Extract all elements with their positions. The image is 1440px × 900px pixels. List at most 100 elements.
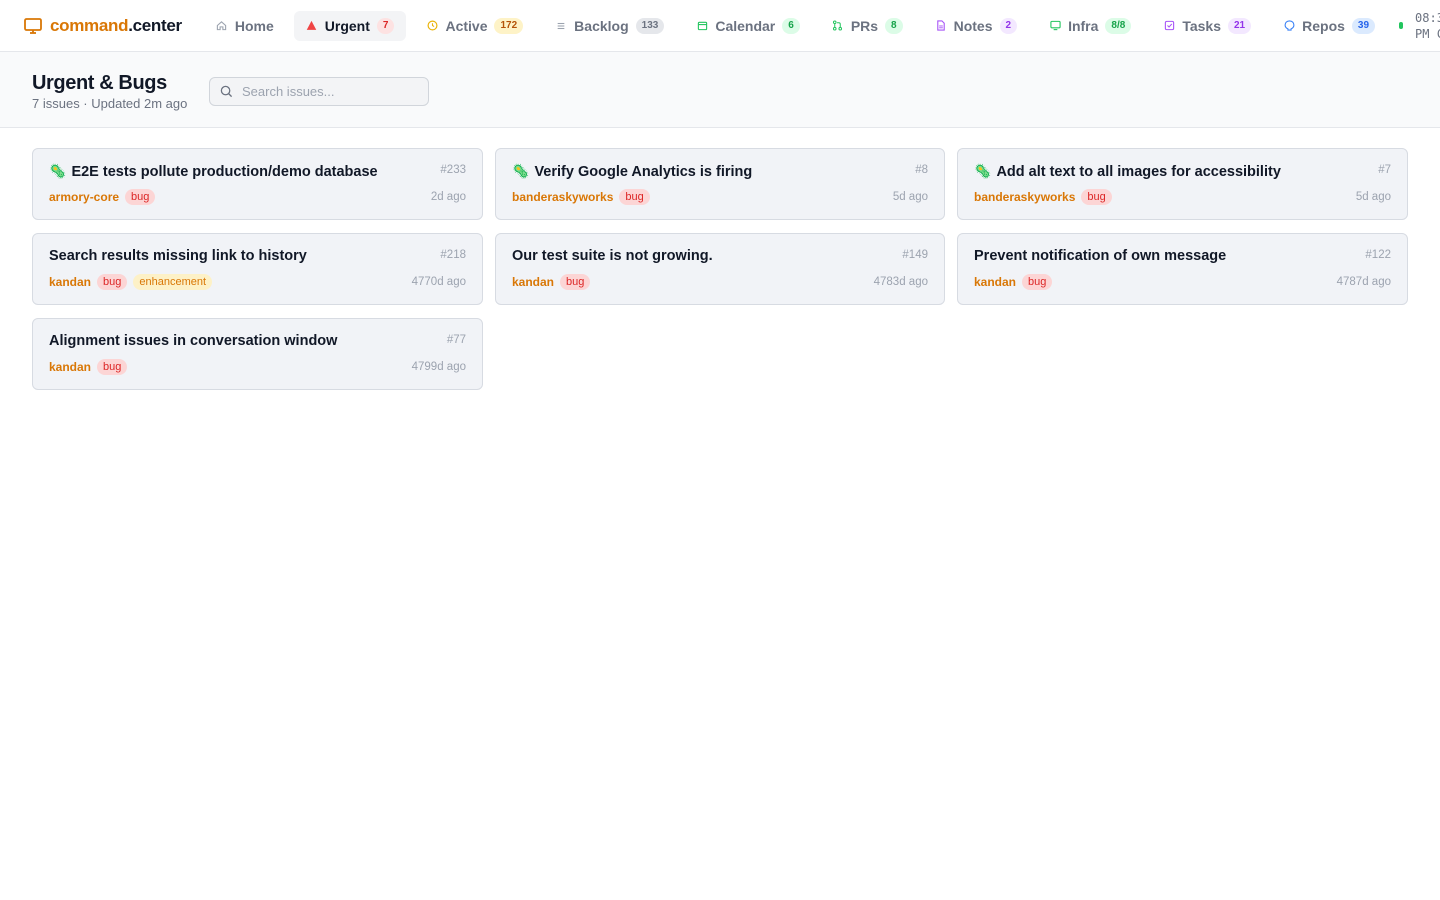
issue-meta: kandan bug <box>512 274 596 290</box>
nav-badge: 21 <box>1228 17 1252 34</box>
brand[interactable]: command.center <box>24 16 182 36</box>
issue-title: Our test suite is not growing. <box>512 248 713 264</box>
search-icon <box>220 85 233 98</box>
issue-number: #7 <box>1378 164 1391 176</box>
list-icon <box>555 20 567 32</box>
issue-number: #77 <box>446 334 466 346</box>
issue-meta: banderaskyworks bug <box>512 189 656 205</box>
nav-badge: 7 <box>376 17 395 34</box>
status-dot <box>1399 22 1404 29</box>
nav-label: Infra <box>1068 17 1099 34</box>
issue-number: #8 <box>915 164 928 176</box>
clock-icon <box>426 20 438 32</box>
nav-item-repos[interactable]: Repos 39 <box>1271 11 1387 41</box>
git-pull-request-icon <box>832 20 844 32</box>
issue-meta: banderaskyworks bug <box>974 189 1118 205</box>
issue-card[interactable]: Search results missing link to history #… <box>32 233 483 305</box>
document-icon <box>935 20 947 32</box>
nav-badge: 172 <box>494 17 524 34</box>
warning-triangle-icon <box>306 20 318 32</box>
brand-name: command.center <box>50 15 182 35</box>
bug-icon: 🦠 <box>974 163 992 179</box>
issue-age: 4787d ago <box>1336 276 1391 288</box>
issue-title: 🦠 E2E tests pollute production/demo datab… <box>49 163 378 180</box>
issue-card[interactable]: 🦠 Add alt text to all images for accessib… <box>957 148 1408 220</box>
issue-title: Alignment issues in conversation window <box>49 333 337 349</box>
label-badge: bug <box>560 274 591 290</box>
checkbox-icon <box>1163 20 1175 32</box>
label-badge: bug <box>619 189 650 205</box>
issue-card[interactable]: 🦠 E2E tests pollute production/demo datab… <box>32 148 483 220</box>
monitor-icon <box>1049 20 1061 32</box>
nav-label: Urgent <box>324 17 370 34</box>
repo-link[interactable]: kandan <box>49 275 91 289</box>
issue-title-text: Our test suite is not growing. <box>512 248 713 264</box>
nav-item-active[interactable]: Active 172 <box>414 11 535 41</box>
issue-meta: armory-core bug <box>49 189 161 205</box>
page-subtitle: 7 issues · Updated 2m ago <box>32 96 188 111</box>
issue-card[interactable]: Prevent notification of own message #122… <box>957 233 1408 305</box>
issue-number: #233 <box>440 164 466 176</box>
repo-link[interactable]: kandan <box>49 360 91 374</box>
issue-title-text: Alignment issues in conversation window <box>49 333 338 349</box>
nav-label: PRs <box>850 17 879 34</box>
nav-badge: 8/8 <box>1105 17 1132 34</box>
nav-badge: 8 <box>885 17 903 34</box>
issue-age: 4799d ago <box>411 361 466 373</box>
nav-item-home[interactable]: Home <box>204 11 286 41</box>
clock-time: 08:34:5 <box>1415 10 1440 25</box>
issue-title-text: Verify Google Analytics is firing <box>534 163 753 180</box>
search-box[interactable] <box>209 77 429 106</box>
page-title: Urgent & Bugs <box>32 72 167 94</box>
nav-label: Calendar <box>715 17 776 34</box>
issue-title: Search results missing link to history <box>49 248 307 264</box>
home-icon <box>216 20 228 32</box>
nav-label: Active <box>445 17 488 34</box>
repo-link[interactable]: kandan <box>512 275 554 289</box>
issue-age: 2d ago <box>430 191 466 203</box>
nav-item-urgent[interactable]: Urgent 7 <box>293 10 407 41</box>
issue-grid: 🦠 E2E tests pollute production/demo datab… <box>32 148 1408 390</box>
nav-badge: 133 <box>635 17 665 34</box>
issue-meta: kandan bug enhancement <box>49 274 218 290</box>
issue-meta: kandan bug <box>49 359 133 375</box>
issue-number: #122 <box>1365 249 1391 261</box>
search-input[interactable] <box>242 84 412 99</box>
nav-label: Repos <box>1302 17 1345 34</box>
issue-title-text: E2E tests pollute production/demo databa… <box>71 163 378 180</box>
repo-link[interactable]: armory-core <box>49 190 119 204</box>
bug-icon: 🦠 <box>49 163 67 179</box>
issue-age: 5d ago <box>1355 191 1391 203</box>
issue-meta: kandan bug <box>974 274 1058 290</box>
issue-title: 🦠 Verify Google Analytics is firing <box>512 163 752 180</box>
issue-number: #218 <box>440 249 466 261</box>
issue-card[interactable]: Our test suite is not growing. #149 kand… <box>495 233 945 305</box>
nav-item-calendar[interactable]: Calendar 6 <box>684 11 811 41</box>
nav-label: Home <box>234 17 274 34</box>
label-badge: bug <box>125 189 156 205</box>
issue-age: 4783d ago <box>873 276 928 288</box>
repo-link[interactable]: kandan <box>974 275 1016 289</box>
nav-item-backlog[interactable]: Backlog 133 <box>543 11 676 41</box>
issue-age: 5d ago <box>892 191 928 203</box>
repo-link[interactable]: banderaskyworks <box>512 190 613 204</box>
repo-link[interactable]: banderaskyworks <box>974 190 1075 204</box>
issue-card[interactable]: Alignment issues in conversation window … <box>32 318 483 390</box>
issue-title-text: Prevent notification of own message <box>974 248 1227 264</box>
nav-label: Notes <box>953 17 993 34</box>
calendar-icon <box>696 20 708 32</box>
page-header: Urgent & Bugs 7 issues · Updated 2m ago <box>0 52 1440 128</box>
top-nav-bar: command.center Home Urgent 7 Active 172 … <box>0 0 1440 52</box>
label-badge: enhancement <box>133 274 213 290</box>
label-badge: bug <box>97 274 128 290</box>
label-badge: bug <box>97 359 128 375</box>
nav-item-infra[interactable]: Infra 8/8 <box>1037 11 1143 41</box>
nav-item-notes[interactable]: Notes 2 <box>923 11 1029 41</box>
nav-item-prs[interactable]: PRs 8 <box>820 11 915 41</box>
issue-age: 4770d ago <box>411 276 466 288</box>
issue-card[interactable]: 🦠 Verify Google Analytics is firing #8 ba… <box>495 148 945 220</box>
clock: 08:34:5 PM CDT <box>1399 10 1440 42</box>
issue-title-text: Add alt text to all images for accessibi… <box>996 163 1281 180</box>
nav-item-tasks[interactable]: Tasks 21 <box>1151 11 1263 41</box>
label-badge: bug <box>1022 274 1053 290</box>
